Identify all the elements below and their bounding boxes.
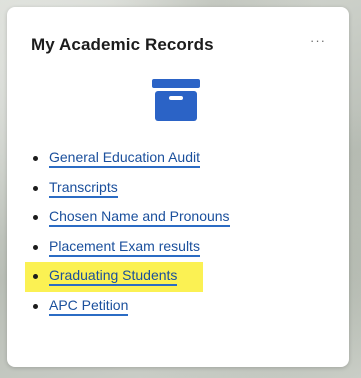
placement-exam-results-link[interactable]: Placement Exam results	[49, 238, 200, 257]
bullet	[33, 303, 38, 309]
ellipsis-icon: ···	[310, 32, 326, 48]
records-link-list: General Education Audit Transcripts Chos…	[15, 144, 335, 321]
list-item: General Education Audit	[15, 144, 335, 174]
general-education-audit-link[interactable]: General Education Audit	[49, 149, 200, 169]
list-item: Chosen Name and Pronouns	[15, 203, 335, 233]
list-item: APC Petition	[15, 292, 335, 322]
bullet	[33, 185, 38, 191]
more-options-button[interactable]: ···	[307, 29, 329, 51]
apc-petition-link[interactable]: APC Petition	[49, 297, 129, 316]
archive-box-icon	[152, 79, 200, 121]
transcripts-link[interactable]: Transcripts	[49, 179, 118, 198]
bullet	[33, 215, 38, 221]
list-item-highlighted: Graduating Students	[25, 262, 203, 292]
list-item: Transcripts	[15, 174, 335, 204]
chosen-name-pronouns-link[interactable]: Chosen Name and Pronouns	[49, 208, 230, 228]
card-title: My Academic Records	[31, 35, 214, 54]
bullet	[33, 156, 38, 162]
bullet	[33, 274, 38, 280]
bullet	[33, 244, 38, 250]
list-item: Placement Exam results	[15, 233, 335, 263]
graduating-students-link[interactable]: Graduating Students	[49, 267, 178, 287]
academic-records-card: My Academic Records ··· General Educatio…	[7, 7, 349, 367]
